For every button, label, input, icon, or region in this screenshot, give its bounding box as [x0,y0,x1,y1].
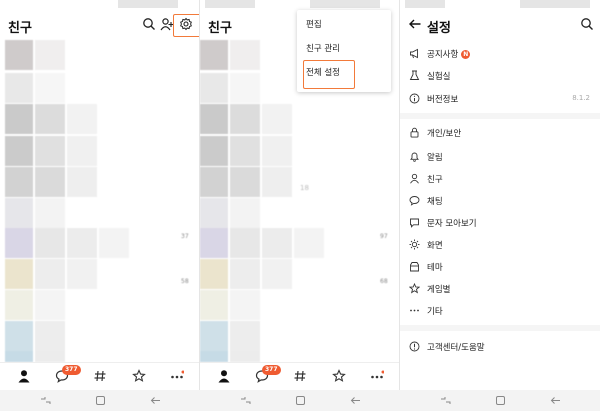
system-nav-bar [200,390,400,411]
settings-item-version[interactable]: 버전정보 8.1.2 [400,88,600,110]
settings-item-notifications[interactable]: 알림 [400,146,600,168]
sun-icon [409,239,420,250]
settings-gear-icon[interactable] [179,17,193,31]
chat-badge: 377 [262,365,281,375]
friend-list: 37 58 [0,40,200,362]
back-icon[interactable] [550,395,561,406]
recent-apps-icon[interactable] [240,395,251,406]
star-tab-icon[interactable] [332,369,346,383]
flask-icon [409,70,420,81]
menu-item-edit[interactable]: 편집 [297,13,391,37]
version-value: 8.1.2 [572,94,590,102]
settings-screen: 설정 공지사항 N 실험실 버전정보 8.1.2 개인/보안 알림 친구 채팅 문… [400,0,600,411]
status-bar [200,0,400,8]
settings-header: 설정 [400,8,600,40]
section-divider [400,325,600,331]
home-icon[interactable] [295,395,306,406]
lock-icon [409,127,420,138]
page-title: 친구 [208,21,232,36]
more-tab-icon[interactable] [370,369,384,383]
more-dots-icon [409,305,420,316]
friend-count: 68 [380,278,388,285]
back-arrow-icon[interactable] [408,17,422,31]
bell-icon [409,151,420,162]
more-tab-icon[interactable] [170,369,184,383]
settings-item-lab[interactable]: 실험실 [400,65,600,87]
friend-count: 58 [181,278,189,285]
theme-icon [409,261,420,272]
bottom-tab-bar: 377 [0,362,200,390]
person-icon [409,173,420,184]
settings-item-label: 기타 [427,307,443,317]
recent-apps-icon[interactable] [40,395,51,406]
settings-item-label: 화면 [427,241,443,251]
settings-item-label: 채팅 [427,197,443,207]
settings-item-label: 친구 [427,175,443,185]
settings-item-label: 고객센터/도움말 [427,343,485,353]
megaphone-icon [409,48,420,59]
menu-item-manage-friends[interactable]: 친구 관리 [297,37,391,61]
message-icon [409,217,420,228]
settings-item-sms[interactable]: 문자 모아보기 [400,212,600,234]
bottom-tab-bar: 377 [200,362,400,390]
section-divider [400,113,600,119]
chat-bubble-icon [409,195,420,206]
settings-item-label: 게임별 [427,285,451,295]
settings-item-games[interactable]: 게임별 [400,278,600,300]
settings-item-label: 테마 [427,263,443,273]
search-icon[interactable] [142,17,156,31]
settings-item-chatting[interactable]: 채팅 [400,190,600,212]
settings-item-friends[interactable]: 친구 [400,168,600,190]
settings-item-notice[interactable]: 공지사항 N [400,43,600,65]
settings-item-label: 문자 모아보기 [427,219,477,229]
settings-item-label: 공지사항 [427,50,459,60]
overflow-menu: 편집 친구 관리 전체 설정 [297,10,391,92]
hashtag-tab-icon[interactable] [293,369,307,383]
friends-menu-screen: 친구 18 97 68 편집 친구 관리 전체 설정 377 [200,0,400,411]
back-icon[interactable] [350,395,361,406]
home-icon[interactable] [95,395,106,406]
friend-count: 97 [380,233,388,240]
friend-count: 18 [300,184,309,192]
star-tab-icon[interactable] [132,369,146,383]
friends-tab-icon[interactable] [17,369,31,383]
settings-item-privacy[interactable]: 개인/보안 [400,122,600,144]
settings-item-label: 알림 [427,153,443,163]
recent-apps-icon[interactable] [440,395,451,406]
settings-item-label: 버전정보 [427,95,459,105]
settings-item-theme[interactable]: 테마 [400,256,600,278]
hashtag-tab-icon[interactable] [93,369,107,383]
settings-item-help[interactable]: 고객센터/도움말 [400,336,600,358]
page-title: 설정 [427,21,451,36]
info-icon [409,93,420,104]
system-nav-bar [400,390,600,411]
home-icon[interactable] [495,395,506,406]
settings-item-etc[interactable]: 기타 [400,300,600,322]
chat-badge: 377 [62,365,81,375]
page-title: 친구 [8,21,32,36]
back-icon[interactable] [150,395,161,406]
menu-item-all-settings[interactable]: 전체 설정 [297,61,391,85]
help-circle-icon [409,341,420,352]
settings-item-display[interactable]: 화면 [400,234,600,256]
system-nav-bar [0,390,200,411]
friends-header: 친구 [0,8,200,40]
friend-count: 37 [181,233,189,240]
friends-screen: 친구 37 58 377 [0,0,200,411]
settings-item-label: 실험실 [427,72,451,82]
search-icon[interactable] [580,17,594,31]
add-friend-icon[interactable] [160,17,174,31]
status-bar [400,0,600,8]
star-icon [409,283,420,294]
status-bar [0,0,200,8]
settings-item-label: 개인/보안 [427,129,462,139]
new-badge: N [461,50,471,59]
friends-tab-icon[interactable] [217,369,231,383]
